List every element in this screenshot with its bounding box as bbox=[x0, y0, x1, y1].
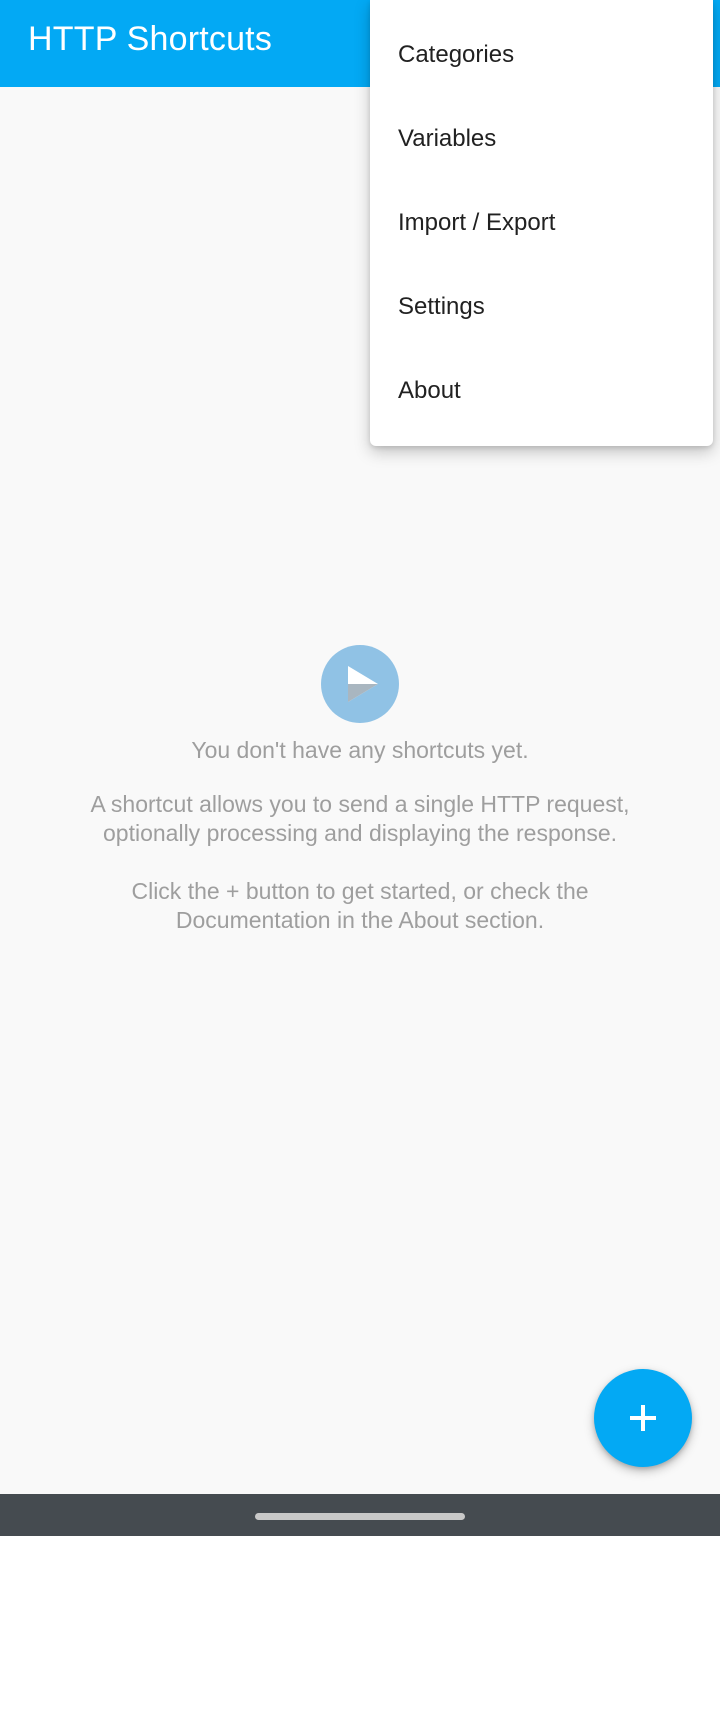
menu-item-about[interactable]: About bbox=[370, 349, 713, 433]
menu-item-variables[interactable]: Variables bbox=[370, 97, 713, 181]
empty-description-2b: Documentation in the About section. bbox=[175, 907, 545, 933]
empty-description-2a: Click the + button to get started, or ch… bbox=[131, 878, 589, 904]
menu-item-categories[interactable]: Categories bbox=[370, 13, 713, 97]
play-icon bbox=[321, 645, 399, 723]
menu-item-import-export[interactable]: Import / Export bbox=[370, 181, 713, 265]
menu-item-settings[interactable]: Settings bbox=[370, 265, 713, 349]
app-screen: HTTP Shortcuts You don't have any shortc… bbox=[0, 0, 720, 1494]
app-title: HTTP Shortcuts bbox=[28, 20, 273, 58]
empty-description-1b: optionally processing and displaying the… bbox=[103, 820, 617, 846]
overflow-menu: Categories Variables Import / Export Set… bbox=[370, 0, 713, 446]
plus-icon bbox=[630, 1405, 656, 1431]
empty-title: You don't have any shortcuts yet. bbox=[191, 737, 529, 763]
home-handle[interactable] bbox=[255, 1513, 465, 1520]
navigation-bar bbox=[0, 1494, 720, 1536]
empty-state: You don't have any shortcuts yet. A shor… bbox=[0, 645, 720, 935]
empty-description-1a: A shortcut allows you to send a single H… bbox=[90, 791, 630, 817]
add-shortcut-button[interactable] bbox=[594, 1369, 692, 1467]
